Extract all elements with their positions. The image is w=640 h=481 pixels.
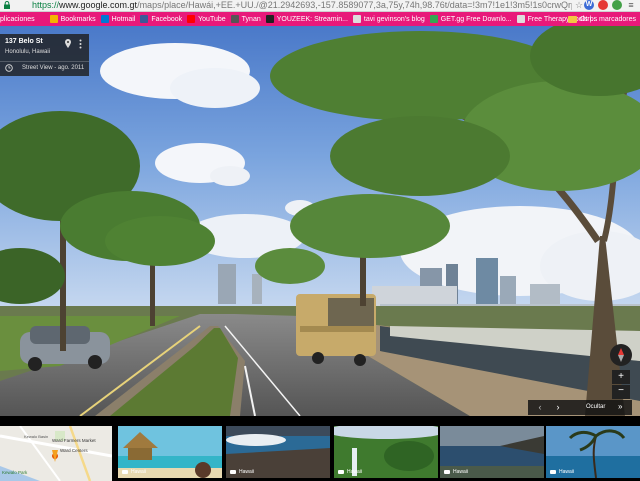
clock-icon[interactable] — [5, 64, 13, 72]
compass-icon[interactable] — [610, 344, 632, 366]
url-scheme: https:// — [32, 0, 60, 10]
thumbnail-caption: Hawaii — [550, 469, 574, 475]
minimap-image: Ward Farmers Market Ward Centers Kewalo … — [0, 426, 112, 481]
facebook-icon — [140, 15, 149, 23]
other-bookmarks[interactable]: Otros marcadores — [567, 12, 636, 26]
bookmark-label: Bookmarks — [60, 15, 96, 23]
address-city: Honolulu, Hawaii — [5, 49, 51, 55]
address-title: 137 Belo St — [5, 38, 43, 45]
next-photo-button[interactable]: › — [552, 402, 564, 413]
location-info-card: 137 Belo St Honolulu, Hawaii Street View… — [0, 34, 89, 76]
photo-thumbnail-coast[interactable]: Hawaii — [226, 426, 330, 478]
extension-shield-icon[interactable] — [598, 0, 608, 10]
thumbnail-caption: Hawaii — [444, 469, 468, 475]
minimap-label-park: Kewalo Park — [2, 470, 28, 475]
camera-icon — [122, 470, 128, 474]
therapy-icon — [516, 15, 525, 23]
thumbnail-label: Hawaii — [131, 469, 147, 475]
hide-button[interactable]: Ocultar — [586, 402, 605, 413]
url-path: /maps/place/Hawái,+EE.+UU./@21.2942693,-… — [137, 0, 572, 10]
bookmark-label: plicaciones — [0, 15, 35, 23]
street-view-panorama[interactable] — [0, 26, 640, 416]
blog-icon — [352, 15, 361, 23]
star-icon — [49, 15, 58, 23]
bookmark-label: GET.gg Free Downlo... — [440, 15, 512, 23]
camera-icon — [338, 470, 344, 474]
minimap-label-centers: Ward Centers — [60, 448, 88, 453]
thumbnail-caption: Hawaii — [230, 469, 254, 475]
bookmark-apps[interactable]: plicaciones — [0, 12, 40, 26]
bookmark-label: YouTube — [198, 15, 226, 23]
camera-icon — [550, 470, 556, 474]
minimap-label-basin: Kewalo Basin — [24, 434, 48, 439]
photo-thumbnail-beach-hut[interactable]: Hawaii — [118, 426, 222, 478]
bookmark-label: Facebook — [151, 15, 183, 23]
photo-navigation-bar: ‹ › Ocultar » — [528, 400, 632, 415]
bookmark-facebook[interactable]: Facebook — [140, 12, 187, 26]
thumbnail-label: Hawaii — [239, 469, 255, 475]
bookmark-label: YOUZEEK: Streamin... — [276, 15, 348, 23]
camera-icon — [444, 470, 450, 474]
bookmark-label: tavi gevinson's blog — [363, 15, 425, 23]
folder-icon — [567, 15, 577, 23]
chevron-down-icon[interactable]: » — [618, 401, 622, 413]
menu-icon[interactable]: ≡ — [626, 0, 636, 10]
map-pin-icon[interactable] — [65, 39, 71, 48]
bookmarks-bar: plicaciones Bookmarks Hotmail Facebook Y… — [0, 12, 640, 26]
bookmark-getgg[interactable]: GET.gg Free Downlo... — [429, 12, 517, 26]
hotmail-icon — [100, 15, 109, 23]
bookmark-bookmarks[interactable]: Bookmarks — [49, 12, 101, 26]
bookmark-youzeek[interactable]: YOUZEEK: Streamin... — [265, 12, 353, 26]
thumbnail-label: Hawaii — [559, 469, 575, 475]
zoom-out-button[interactable]: − — [612, 385, 630, 399]
camera-icon — [230, 470, 236, 474]
extension-w-icon[interactable]: W — [584, 0, 594, 10]
thumbnail-caption: Hawaii — [338, 469, 362, 475]
minimap-label-market: Ward Farmers Market — [52, 438, 96, 443]
bookmark-tynan[interactable]: Tynan — [230, 12, 266, 26]
url-host: www.google.com.gt — [59, 0, 138, 10]
thumbnail-label: Hawaii — [453, 469, 469, 475]
photo-thumbnail-palm-sunset[interactable]: Hawaii — [546, 426, 640, 478]
photo-thumbnail-ocean[interactable]: Hawaii — [440, 426, 544, 478]
minimap[interactable]: Ward Farmers Market Ward Centers Kewalo … — [0, 426, 112, 481]
zoom-in-button[interactable]: + — [612, 370, 630, 384]
capture-date[interactable]: Street View - ago. 2011 — [22, 65, 84, 71]
photo-thumbnail-waterfall[interactable]: Hawaii — [334, 426, 438, 478]
bookmark-label: Hotmail — [111, 15, 136, 23]
street-scene-image — [0, 26, 640, 416]
star-bookmark-icon[interactable]: ☆ — [574, 0, 584, 10]
more-vertical-icon[interactable] — [79, 39, 82, 49]
url-text[interactable]: https://www.google.com.gt/maps/place/Haw… — [32, 0, 572, 11]
tynan-icon — [230, 15, 239, 23]
getgg-icon — [429, 15, 438, 23]
extension-green-icon[interactable] — [612, 0, 622, 10]
thumbnail-caption: Hawaii — [122, 469, 146, 475]
lock-icon — [4, 1, 10, 9]
bookmark-youtube[interactable]: YouTube — [187, 12, 231, 26]
bookmark-label: Tynan — [241, 15, 261, 23]
youzeek-icon — [265, 15, 274, 23]
card-divider — [0, 61, 89, 62]
thumbnail-label: Hawaii — [347, 469, 363, 475]
previous-photo-button[interactable]: ‹ — [534, 402, 546, 413]
bookmark-tavi-blog[interactable]: tavi gevinson's blog — [352, 12, 430, 26]
address-bar[interactable]: https://www.google.com.gt/maps/place/Haw… — [0, 0, 640, 12]
youtube-icon — [187, 15, 196, 23]
other-bookmarks-label: Otros marcadores — [579, 15, 636, 23]
bookmark-hotmail[interactable]: Hotmail — [100, 12, 141, 26]
